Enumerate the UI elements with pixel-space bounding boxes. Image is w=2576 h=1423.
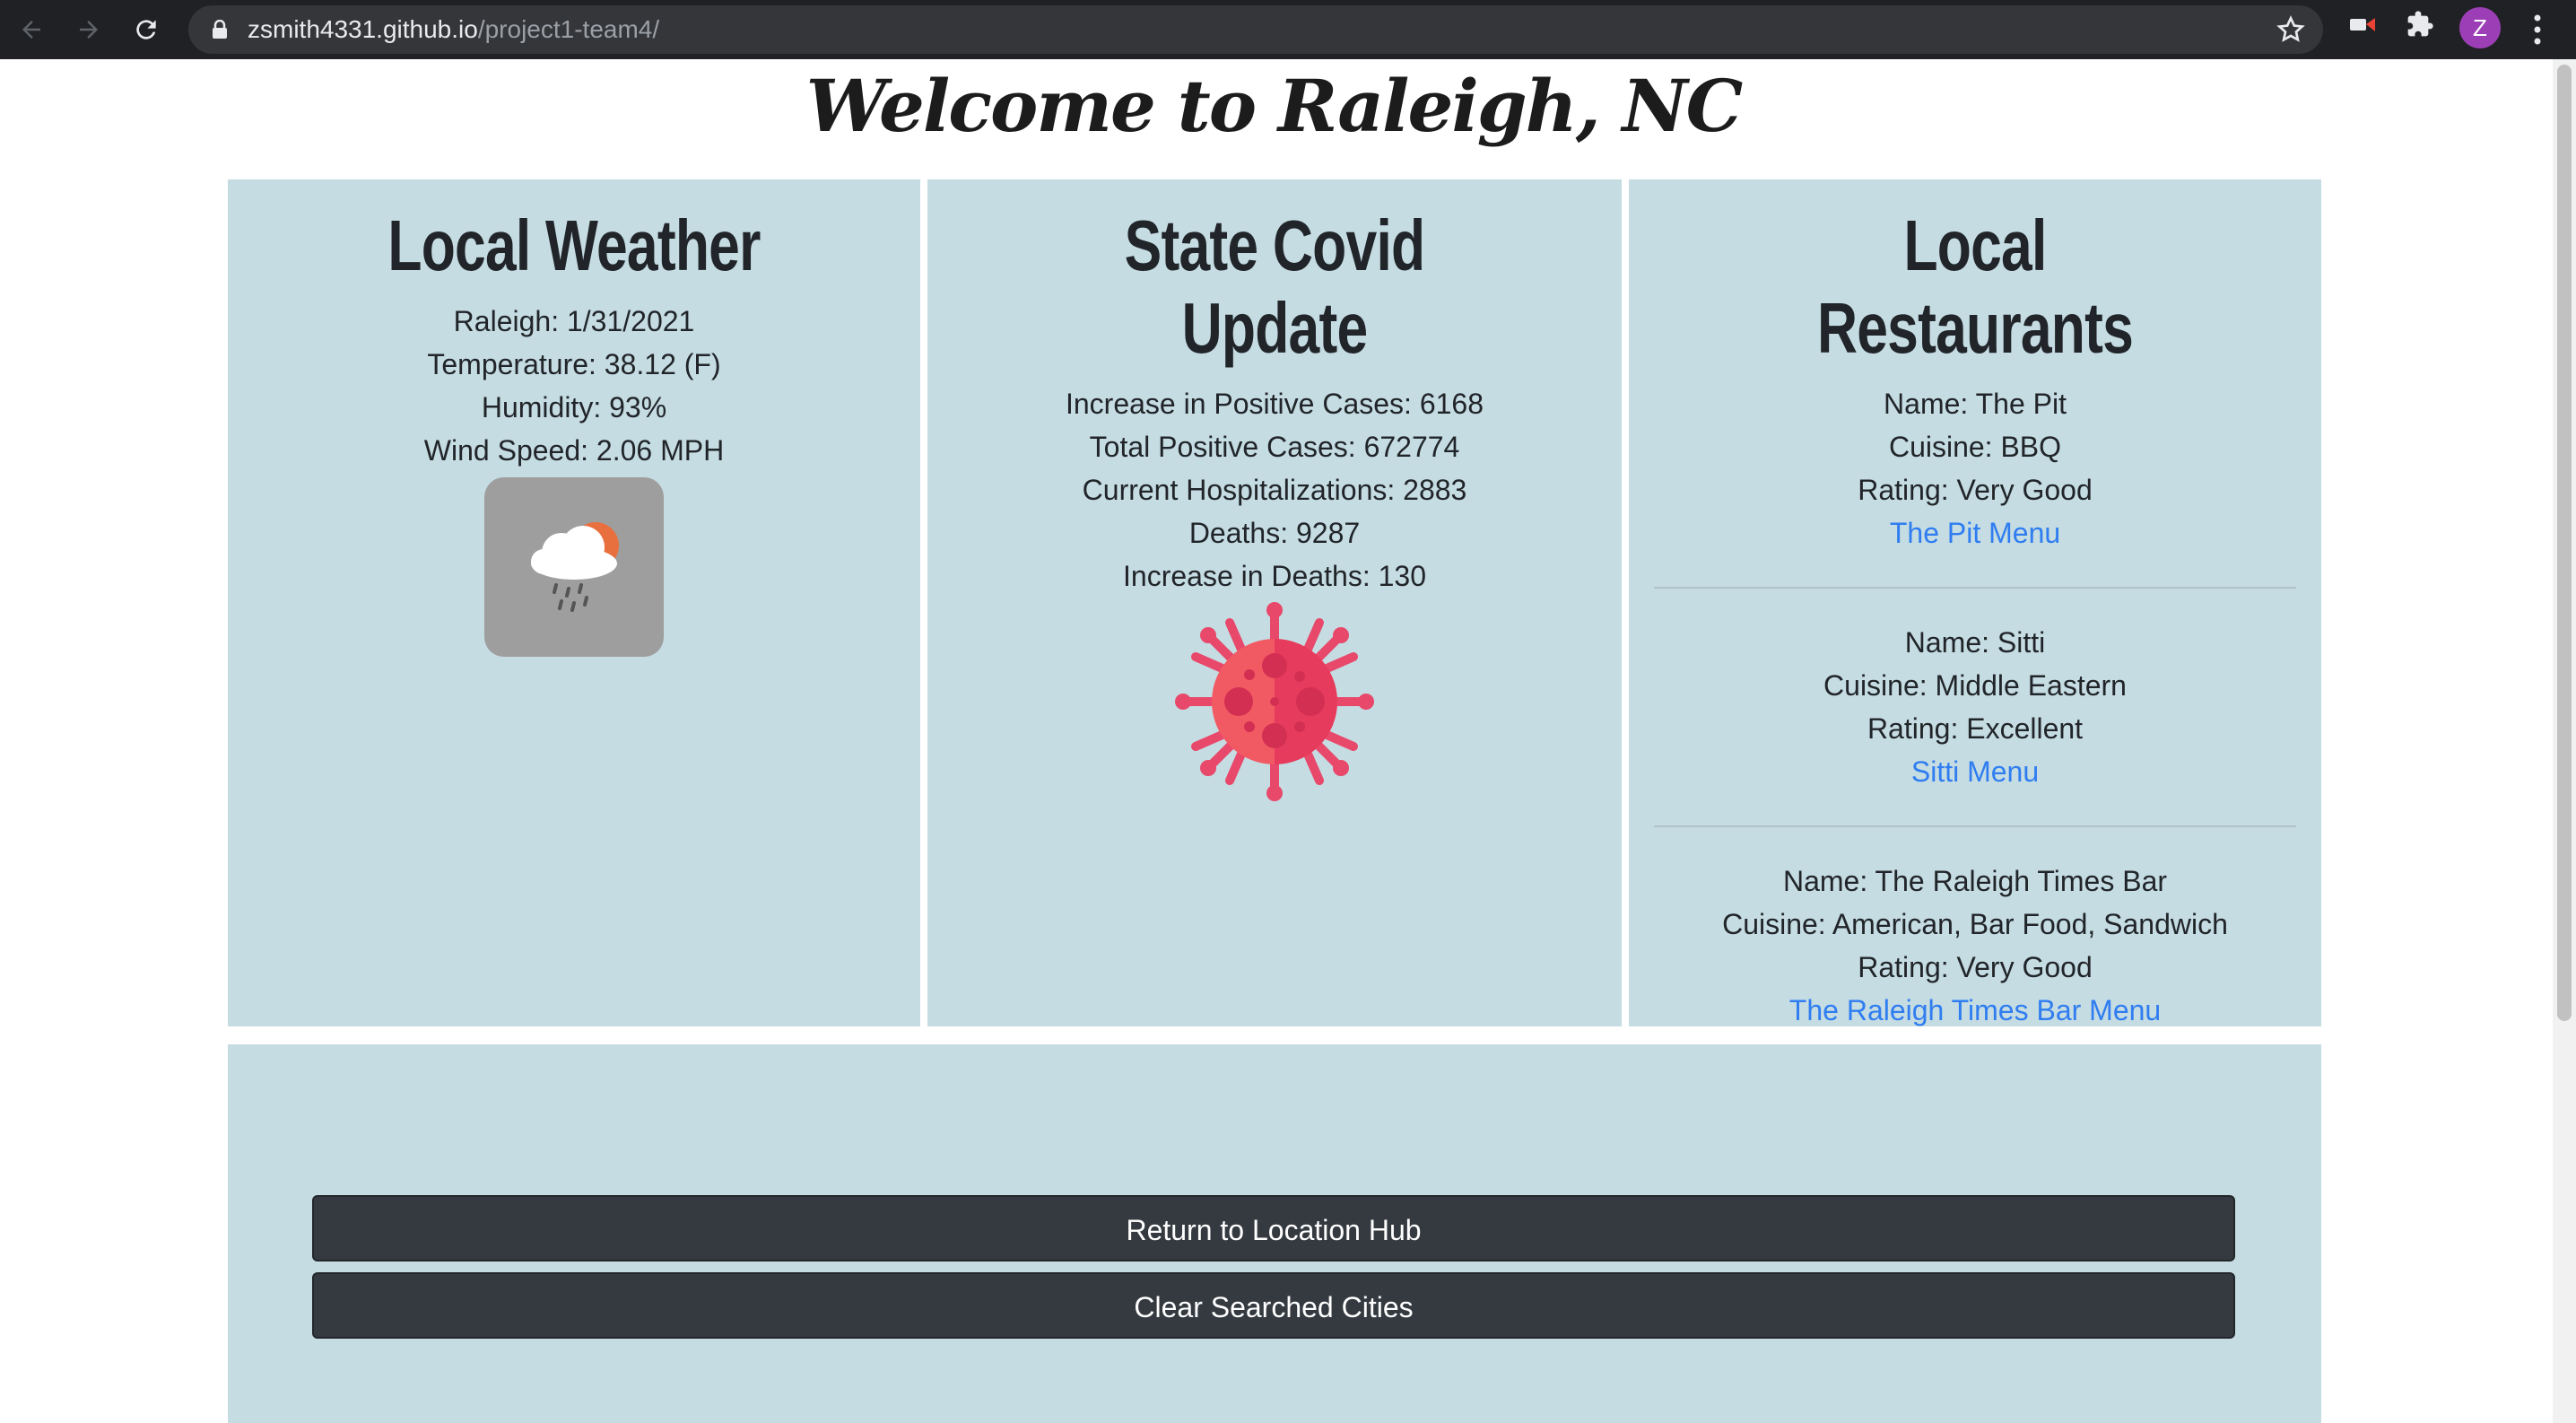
restaurant-cuisine: Cuisine: American, Bar Food, Sandwich (1722, 908, 2228, 940)
covid-hospitalizations: Current Hospitalizations: 2883 (1082, 474, 1467, 506)
browser-toolbar: zsmith4331.github.io/project1-team4/ Z (0, 0, 2576, 59)
restaurant-entry: Name: Sitti Cuisine: Middle Eastern Rati… (1629, 621, 2321, 793)
forward-icon[interactable] (68, 9, 109, 50)
restaurant-name: Name: Sitti (1904, 626, 2046, 659)
covid-heading-line1: State Covid (1124, 205, 1425, 285)
restaurant-menu-link[interactable]: Sitti Menu (1911, 755, 2039, 788)
divider (1654, 587, 2296, 589)
more-menu-icon[interactable] (2526, 11, 2549, 48)
reload-icon[interactable] (126, 9, 167, 50)
restaurant-entry: Name: The Pit Cuisine: BBQ Rating: Very … (1629, 382, 2321, 554)
covid-total-cases: Total Positive Cases: 672774 (1089, 431, 1460, 463)
covid-card: State Covid Update Increase in Positive … (927, 179, 1622, 1026)
weather-humidity: Humidity: 93% (481, 391, 667, 423)
restaurant-name: Name: The Raleigh Times Bar (1782, 865, 2168, 897)
covid-heading-line2: Update (1181, 288, 1369, 368)
restaurant-entry: Name: The Raleigh Times Bar Cuisine: Ame… (1629, 860, 2321, 1032)
weather-card: Local Weather Raleigh: 1/31/2021 Tempera… (228, 179, 920, 1026)
covid-deaths: Deaths: 9287 (1188, 517, 1361, 549)
restaurant-cuisine: Cuisine: Middle Eastern (1823, 669, 2127, 702)
restaurant-rating: Rating: Very Good (1858, 951, 2093, 983)
restaurant-rating: Rating: Excellent (1867, 712, 2084, 745)
weather-city-date: Raleigh: 1/31/2021 (453, 305, 695, 337)
profile-avatar[interactable]: Z (2459, 7, 2501, 48)
divider (1654, 825, 2296, 827)
url-text: zsmith4331.github.io/project1-team4/ (248, 15, 660, 43)
address-bar[interactable]: zsmith4331.github.io/project1-team4/ (188, 5, 2323, 54)
covid-increase-cases: Increase in Positive Cases: 6168 (1065, 388, 1484, 420)
page-scrollbar[interactable] (2553, 59, 2576, 1423)
bookmark-star-icon[interactable] (2276, 15, 2305, 44)
restaurants-card: Local Restaurants Name: The Pit Cuisine:… (1629, 179, 2321, 1026)
restaurant-name: Name: The Pit (1884, 388, 2067, 420)
clear-searched-cities-button[interactable]: Clear Searched Cities (312, 1272, 2235, 1339)
restaurant-menu-link[interactable]: The Pit Menu (1890, 517, 2060, 549)
weather-wind-speed: Wind Speed: 2.06 MPH (423, 434, 725, 467)
back-icon[interactable] (11, 9, 52, 50)
return-to-hub-button[interactable]: Return to Location Hub (312, 1195, 2235, 1261)
restaurant-menu-link[interactable]: The Raleigh Times Bar Menu (1789, 994, 2161, 1026)
covid-increase-deaths: Increase in Deaths: 130 (1123, 560, 1426, 592)
lock-icon (213, 20, 227, 39)
actions-panel: Return to Location Hub Clear Searched Ci… (228, 1044, 2321, 1423)
extensions-puzzle-icon[interactable] (2406, 10, 2434, 39)
extension-video-icon[interactable] (2348, 10, 2377, 39)
scrollbar-thumb[interactable] (2557, 65, 2572, 1021)
weather-temperature: Temperature: 38.12 (F) (427, 348, 721, 380)
weather-heading: Local Weather (387, 205, 761, 285)
rain-cloud-sun-icon (484, 477, 664, 657)
restaurant-cuisine: Cuisine: BBQ (1888, 431, 2062, 463)
page-title: Welcome to Raleigh, NC (805, 64, 1744, 148)
virus-icon (1174, 601, 1375, 802)
restaurants-heading-line2: Restaurants (1816, 288, 2134, 368)
restaurant-rating: Rating: Very Good (1858, 474, 2093, 506)
restaurants-heading-line1: Local (1903, 205, 2047, 285)
